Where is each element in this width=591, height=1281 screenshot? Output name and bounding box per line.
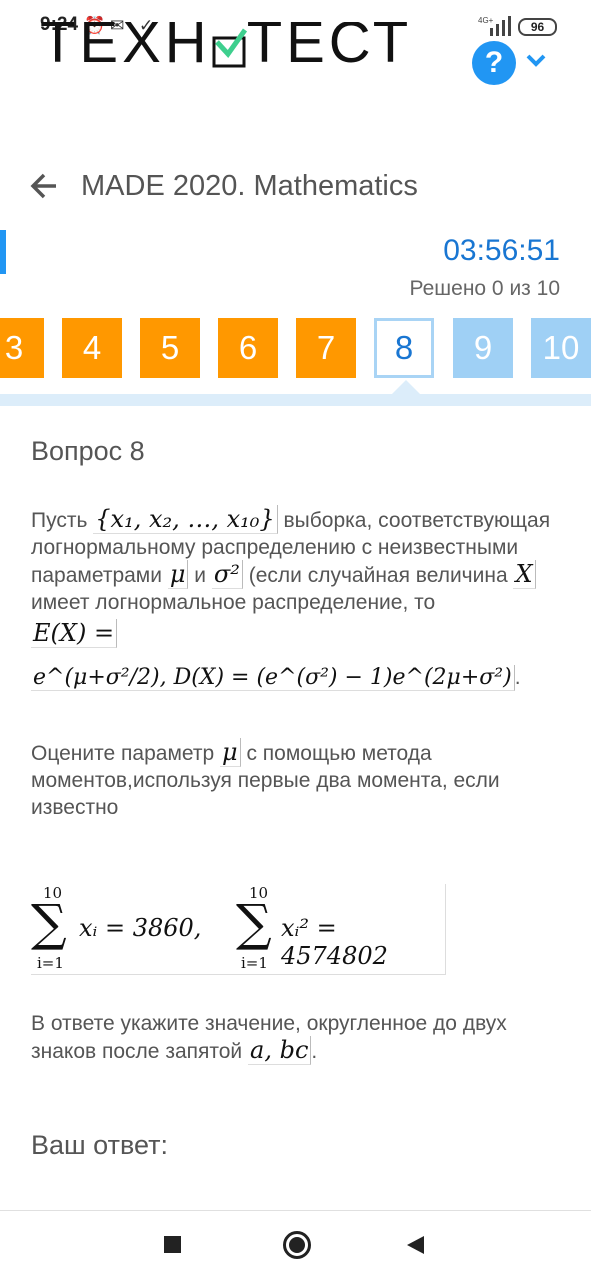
- sum-sign: ∑: [236, 894, 272, 952]
- tabs-underline: [0, 394, 591, 406]
- logo-check-icon: [212, 28, 247, 68]
- answer-label: Ваш ответ:: [31, 1130, 169, 1160]
- logo-text-right: ТЕСТ: [246, 22, 413, 75]
- back-icon[interactable]: [407, 1236, 424, 1254]
- timer: 03:56:51: [443, 234, 560, 267]
- chevron-down-icon[interactable]: [524, 48, 548, 72]
- math-format: a, bc: [248, 1036, 312, 1065]
- question-text: Пусть {x₁, x₂, …, x₁₀} выборка, соответс…: [31, 505, 571, 821]
- sum-sign: ∑: [31, 894, 67, 952]
- active-tab-pointer: [392, 380, 420, 394]
- tab-question-8[interactable]: 8: [374, 318, 434, 378]
- question-tabs: 3 4 5 6 7 8 9 10: [0, 318, 591, 380]
- text-fragment: (если случайная величина: [248, 564, 508, 587]
- question-paragraph-2: Оцените параметр μ с помощью метода моме…: [31, 738, 571, 821]
- recent-apps-icon[interactable]: [164, 1236, 181, 1253]
- text-fragment: Пусть: [31, 509, 88, 532]
- math-sigma-squared: σ²: [211, 560, 243, 589]
- math-sums: 10 ∑ i=1 xᵢ = 3860, 10 ∑ i=1 xᵢ² = 45748…: [31, 884, 446, 975]
- course-title: MADE 2020. Mathematics: [81, 170, 418, 202]
- sum-lower-limit: i=1: [241, 954, 268, 972]
- arrow-left-icon[interactable]: [28, 170, 60, 202]
- signal-icon: [490, 16, 511, 36]
- question-paragraph-3: В ответе укажите значение, округленное д…: [31, 1010, 571, 1065]
- text-fragment: .: [514, 666, 521, 689]
- math-mu: μ: [167, 560, 189, 589]
- home-icon-inner: [289, 1237, 305, 1253]
- battery-indicator: 96: [518, 18, 557, 36]
- math-formula: e^(μ+σ²/2), D(X) = (e^(σ²) − 1)e^(2μ+σ²): [31, 665, 515, 691]
- question-title: Вопрос 8: [31, 436, 145, 466]
- tab-question-3[interactable]: 3: [0, 318, 44, 378]
- tab-question-7[interactable]: 7: [296, 318, 356, 378]
- tab-question-6[interactable]: 6: [218, 318, 278, 378]
- tab-question-10[interactable]: 10: [531, 318, 591, 378]
- math-x: X: [513, 560, 536, 589]
- question-mark-icon: ?: [484, 46, 504, 79]
- solved-counter: Решено 0 из 10: [409, 277, 560, 300]
- sum-first-expression: xᵢ = 3860,: [79, 914, 202, 942]
- text-fragment: и: [194, 564, 207, 587]
- help-button[interactable]: ?: [472, 41, 516, 85]
- tab-question-5[interactable]: 5: [140, 318, 200, 378]
- tab-question-9[interactable]: 9: [453, 318, 513, 378]
- text-fragment: .: [311, 1040, 318, 1063]
- sum-lower-limit: i=1: [37, 954, 64, 972]
- text-fragment: Оцените параметр: [31, 742, 215, 765]
- side-indicator: [0, 230, 6, 274]
- math-expectation: E(X) =: [31, 619, 118, 648]
- app-logo: ТЕХН ТЕСТ: [40, 22, 412, 84]
- sum-second-expression: xᵢ² = 4574802: [281, 914, 388, 970]
- text-fragment: имеет логнормальное распределение, то: [31, 591, 436, 614]
- math-mu: μ: [220, 738, 241, 767]
- tab-question-4[interactable]: 4: [62, 318, 122, 378]
- logo-text-left: ТЕХН: [40, 22, 211, 75]
- math-sample: {x₁, x₂, …, x₁₀}: [93, 505, 278, 534]
- question-paragraph-1: Пусть {x₁, x₂, …, x₁₀} выборка, соответс…: [31, 505, 571, 691]
